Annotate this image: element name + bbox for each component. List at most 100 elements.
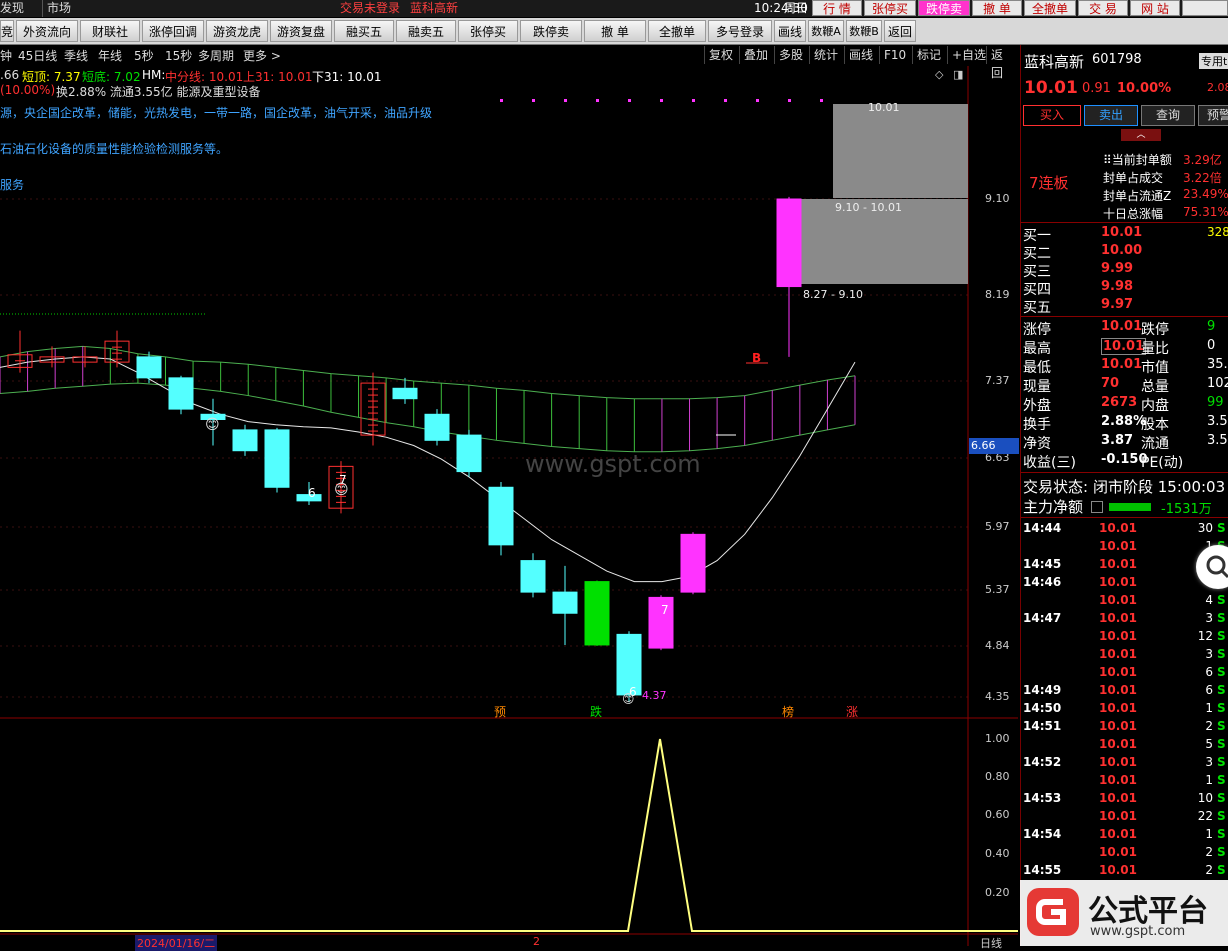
date-label-2: 2 [533, 935, 540, 948]
tick-price: 10.01 [1099, 647, 1137, 661]
tick-price: 10.01 [1099, 863, 1137, 877]
toolbar-draw[interactable]: 画线 [774, 20, 806, 42]
box-label-mid: 9.10 - 10.01 [835, 201, 902, 214]
toolbar-whip-b[interactable]: 数鞭B [846, 20, 882, 42]
tick-side: S [1217, 755, 1226, 769]
tick-side: S [1217, 773, 1226, 787]
toolbar-margin-sell[interactable]: 融卖五 [396, 20, 456, 42]
toolbar-cancel-all[interactable]: 全撤单 [648, 20, 706, 42]
tick-price: 10.01 [1099, 593, 1137, 607]
toolbar-limit-sell[interactable]: 跌停卖 [520, 20, 582, 42]
exclusive-tag[interactable]: 专用t [1199, 53, 1228, 69]
stat-value-2: 3.5 [1207, 414, 1228, 429]
seal-value: 3.22倍 [1183, 171, 1222, 185]
login-status: 交易未登录 [340, 1, 401, 15]
seal-label: ⠿当前封单额 [1103, 153, 1172, 167]
toolbar-multi-login[interactable]: 多号登录 [708, 20, 772, 42]
list-icon[interactable] [1091, 501, 1103, 513]
main-flow-label: 主力净额 [1023, 498, 1084, 516]
title-bar: 发现 市场 交易未登录 蓝科高新 10:24:30 周日 行 情 张停买 跌停卖… [0, 0, 1228, 17]
price-tick-0: 9.10 [985, 192, 1010, 205]
collapse-icon[interactable]: ︿ [1121, 129, 1161, 141]
market-button[interactable]: 行 情 [812, 0, 862, 16]
buy-button[interactable]: 买入 [1023, 105, 1081, 126]
stat-label: 最低 [1023, 360, 1051, 376]
limit-up-buy-button[interactable]: 张停买 [864, 0, 916, 16]
sell-button[interactable]: 卖出 [1084, 105, 1138, 126]
period-minute[interactable]: 钟 [0, 47, 12, 64]
tab-market[interactable]: 市场 [42, 0, 71, 17]
titlebar-extra[interactable] [1182, 0, 1228, 16]
period-15sec[interactable]: 15秒 [165, 47, 192, 64]
tick-time: 14:45 [1023, 557, 1062, 571]
toolbar-cancel[interactable]: 撤 单 [584, 20, 646, 42]
mark-button[interactable]: 标记 [912, 46, 945, 64]
tick-side: S [1217, 737, 1226, 751]
toolbar-cls-news[interactable]: 财联社 [80, 20, 140, 42]
toolbar-hot-money-review[interactable]: 游资复盘 [270, 20, 332, 42]
tick-time: 14:49 [1023, 683, 1062, 697]
cancel-order-button[interactable]: 撤 单 [972, 0, 1022, 16]
price-tick-5: 5.37 [985, 583, 1010, 596]
daily-tab[interactable]: 日线 [980, 935, 1002, 951]
add-watchlist-button[interactable]: +自选 [947, 46, 990, 64]
f10-button[interactable]: F10 [879, 46, 910, 64]
website-button[interactable]: 网 站 [1130, 0, 1180, 16]
tab-discover[interactable]: 发现 [0, 0, 24, 17]
limit-down-sell-button[interactable]: 跌停卖 [918, 0, 970, 16]
stat-label-2: 量比 [1141, 341, 1169, 357]
price-tick-6: 4.84 [985, 639, 1010, 652]
candle-body [776, 198, 802, 288]
smile-icon: 😊 [205, 417, 220, 433]
indicator-line [0, 738, 1018, 932]
last-price: 10.01 [1024, 78, 1078, 98]
tick-volume: 12 [1197, 629, 1213, 643]
period-quarter[interactable]: 季线 [64, 47, 88, 64]
tick-price: 10.01 [1099, 845, 1137, 859]
toolbar-limit-pullback[interactable]: 涨停回调 [142, 20, 204, 42]
period-year[interactable]: 年线 [98, 47, 122, 64]
period-more[interactable]: 更多 > [243, 47, 281, 64]
tick-side: S [1217, 701, 1226, 715]
tick-price: 10.01 [1099, 809, 1137, 823]
cancel-all-button[interactable]: 全撤单 [1024, 0, 1076, 16]
return-button[interactable]: 返回 [986, 46, 1018, 80]
toolbar-item-0[interactable]: 竞 [0, 20, 14, 42]
adjust-button[interactable]: 复权 [704, 46, 737, 64]
stats-button[interactable]: 统计 [809, 46, 842, 64]
tick-side: S [1217, 719, 1226, 733]
overlay-button[interactable]: 叠加 [739, 46, 772, 64]
multi-stock-button[interactable]: 多股 [774, 46, 807, 64]
drawline-button[interactable]: 画线 [844, 46, 877, 64]
period-45day[interactable]: 45日线 [18, 47, 57, 64]
tick-side: S [1217, 791, 1226, 805]
query-button[interactable]: 查询 [1141, 105, 1195, 126]
period-multi[interactable]: 多周期 [198, 47, 234, 64]
bid-price: 9.97 [1101, 297, 1134, 312]
panel-toggle-icon[interactable]: ◨ [953, 68, 963, 81]
toolbar-margin-buy[interactable]: 融买五 [334, 20, 394, 42]
trade-button[interactable]: 交 易 [1078, 0, 1128, 16]
stat-value: 3.87 [1101, 433, 1134, 448]
toolbar-foreign-flow[interactable]: 外资流向 [16, 20, 78, 42]
toolbar-hot-money[interactable]: 游资龙虎 [206, 20, 268, 42]
limit-board-count: 7连板 [1029, 174, 1069, 192]
diamond-icon[interactable]: ◇ [935, 68, 943, 81]
search-icon[interactable] [1196, 545, 1228, 589]
candle-digit-1: 6 [308, 486, 316, 500]
kline-chart[interactable] [0, 66, 1018, 946]
period-5sec[interactable]: 5秒 [134, 47, 154, 64]
stat-label-2: 股本 [1141, 417, 1169, 433]
ma-line [0, 356, 856, 583]
toolbar-whip-a[interactable]: 数鞭A [808, 20, 844, 42]
tick-time: 14:54 [1023, 827, 1062, 841]
toolbar-back[interactable]: 返回 [884, 20, 916, 42]
tick-volume: 3 [1205, 647, 1213, 661]
stat-value: 10.01 [1101, 319, 1143, 334]
stat-label-2: PE(动) [1141, 455, 1184, 471]
alert-button[interactable]: 预警 [1198, 105, 1228, 126]
price-tick-7: 4.35 [985, 690, 1010, 703]
toolbar-limit-buy[interactable]: 张停买 [458, 20, 518, 42]
marker-rise: 涨 [846, 705, 859, 719]
stat-value: 10.01 [1101, 338, 1147, 355]
